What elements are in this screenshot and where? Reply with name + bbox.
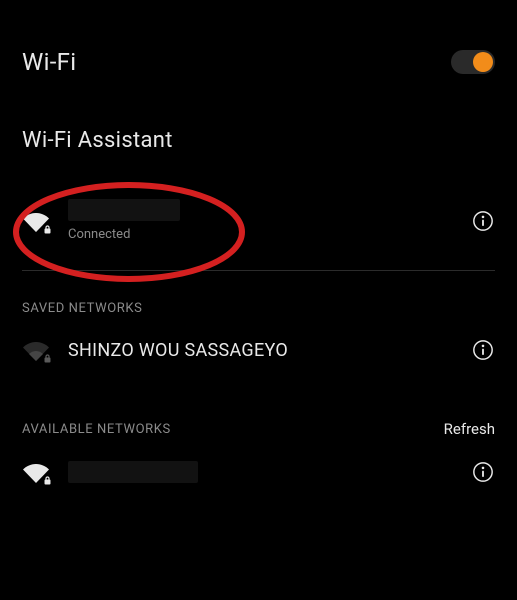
- saved-info-button[interactable]: [471, 338, 495, 362]
- available-info-button[interactable]: [471, 460, 495, 484]
- wifi-signal-icon: [22, 210, 50, 232]
- lock-icon: [43, 354, 52, 363]
- lock-icon: [43, 476, 52, 485]
- saved-networks-header: SAVED NETWORKS: [22, 301, 495, 316]
- info-icon: [472, 339, 494, 361]
- toggle-knob: [473, 52, 493, 72]
- info-icon: [472, 210, 494, 232]
- wifi-assistant-link[interactable]: Wi-Fi Assistant: [22, 128, 495, 153]
- refresh-button[interactable]: Refresh: [444, 420, 495, 438]
- wifi-signal-icon: [22, 461, 50, 483]
- available-network-row[interactable]: [22, 460, 495, 484]
- available-networks-header: AVAILABLE NETWORKS: [22, 422, 171, 437]
- divider: [22, 270, 495, 271]
- lock-icon: [43, 225, 52, 234]
- connected-network-name: [68, 199, 180, 221]
- page-title: Wi-Fi: [22, 48, 76, 76]
- connected-status: Connected: [68, 227, 453, 242]
- wifi-toggle[interactable]: [451, 50, 495, 74]
- connected-info-button[interactable]: [471, 209, 495, 233]
- connected-network-row[interactable]: Connected: [22, 189, 495, 258]
- info-icon: [472, 461, 494, 483]
- wifi-signal-icon: [22, 339, 50, 361]
- saved-network-row[interactable]: SHINZO WOU SASSAGEYO: [22, 338, 495, 362]
- available-network-name: [68, 461, 198, 483]
- saved-network-name: SHINZO WOU SASSAGEYO: [68, 340, 453, 361]
